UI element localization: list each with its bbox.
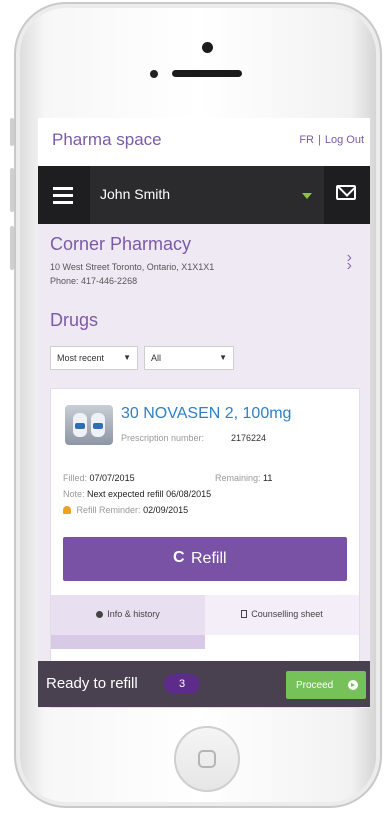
tab-info-label: Info & history xyxy=(107,609,160,619)
ready-count-badge: 3 xyxy=(164,674,200,694)
drugs-title: Drugs xyxy=(50,310,99,330)
reminder-label: Refill Reminder: xyxy=(76,505,141,515)
document-icon xyxy=(241,610,248,618)
filled-label: Filled: xyxy=(63,473,88,483)
filled-value: 07/07/2015 xyxy=(89,473,135,483)
logout-link[interactable]: Log Out xyxy=(325,134,364,146)
messages-button[interactable] xyxy=(324,166,370,224)
arrow-right-circle-icon xyxy=(348,680,358,690)
note-value: Next expected refill 06/08/2015 xyxy=(87,489,212,499)
tab-counselling-sheet[interactable]: Counselling sheet xyxy=(205,595,359,635)
info-icon xyxy=(96,611,104,618)
refresh-icon: C xyxy=(173,549,185,566)
side-button xyxy=(10,118,14,146)
prescription-label: Prescription number: xyxy=(121,433,205,443)
card-tabs: Info & history Counselling sheet xyxy=(51,595,359,635)
drug-card: 30 NOVASEN 2, 100mg Prescription number:… xyxy=(50,388,360,708)
hamburger-icon xyxy=(53,187,73,190)
user-name[interactable]: John Smith xyxy=(100,186,170,202)
remaining-label: Remaining: xyxy=(215,473,261,483)
reminder-value: 02/09/2015 xyxy=(143,505,189,515)
app-title: Pharma space xyxy=(52,130,162,149)
note-label: Note: xyxy=(63,489,85,499)
speaker-icon xyxy=(172,70,242,77)
user-bar: John Smith xyxy=(38,166,370,224)
menu-button[interactable] xyxy=(38,166,90,224)
sort-select-value: Most recent xyxy=(57,353,105,363)
prescription-number: 2176224 xyxy=(231,433,267,443)
hamburger-icon xyxy=(53,194,73,197)
pharmacy-name: Corner Pharmacy xyxy=(50,234,192,254)
caret-down-icon: ▼ xyxy=(219,353,227,362)
ready-to-refill-bar: Ready to refill 3 Proceed xyxy=(38,661,370,707)
camera-icon xyxy=(202,42,213,53)
proceed-button-label: Proceed xyxy=(296,680,334,691)
remaining-value: 11 xyxy=(263,473,273,483)
tab-counselling-label: Counselling sheet xyxy=(251,609,323,619)
proceed-button[interactable]: Proceed xyxy=(286,671,366,699)
reminder-row: Refill Reminder: 02/09/2015 xyxy=(63,505,188,515)
pharmacy-phone: Phone: 417-446-2268 xyxy=(50,276,138,286)
side-button xyxy=(10,226,14,270)
bell-icon xyxy=(63,506,71,514)
active-tab-indicator xyxy=(51,635,205,649)
pharmacy-address: 10 West Street Toronto, Ontario, X1X1X1 xyxy=(50,262,215,272)
sort-select[interactable]: Most recent ▼ xyxy=(50,346,138,370)
tab-info-history[interactable]: Info & history xyxy=(51,595,205,635)
top-links: FR | Log Out xyxy=(299,134,364,146)
top-bar: Pharma space FR | Log Out xyxy=(38,118,370,166)
refill-button[interactable]: C Refill xyxy=(63,537,347,581)
medication-image xyxy=(65,405,113,445)
hamburger-icon xyxy=(53,201,73,204)
side-button xyxy=(10,168,14,212)
home-square-icon xyxy=(198,750,216,768)
expand-chevron-icon[interactable]: › › xyxy=(347,250,352,274)
refill-button-label: Refill xyxy=(191,550,227,567)
app-screen: Pharma space FR | Log Out John Smith Corne… xyxy=(38,118,370,708)
caret-down-icon: ▼ xyxy=(123,353,131,362)
pharmacy-panel[interactable]: Corner Pharmacy 10 West Street Toronto, … xyxy=(38,224,370,304)
chevron-down-icon[interactable] xyxy=(302,193,312,199)
remaining-row: Remaining: 11 xyxy=(215,473,272,483)
drug-name[interactable]: 30 NOVASEN 2, 100mg xyxy=(121,405,291,423)
filter-select[interactable]: All ▼ xyxy=(144,346,234,370)
mail-icon xyxy=(336,185,356,200)
drugs-section: Drugs Most recent ▼ All ▼ 30 NOVASEN 2, … xyxy=(38,304,370,708)
ready-label: Ready to refill xyxy=(46,675,138,692)
filter-select-value: All xyxy=(151,353,162,363)
note-row: Note: Next expected refill 06/08/2015 xyxy=(63,489,211,499)
filled-row: Filled: 07/07/2015 xyxy=(63,473,135,483)
sensor-icon xyxy=(150,70,158,78)
language-link[interactable]: FR xyxy=(299,134,314,146)
home-button[interactable] xyxy=(174,726,240,792)
